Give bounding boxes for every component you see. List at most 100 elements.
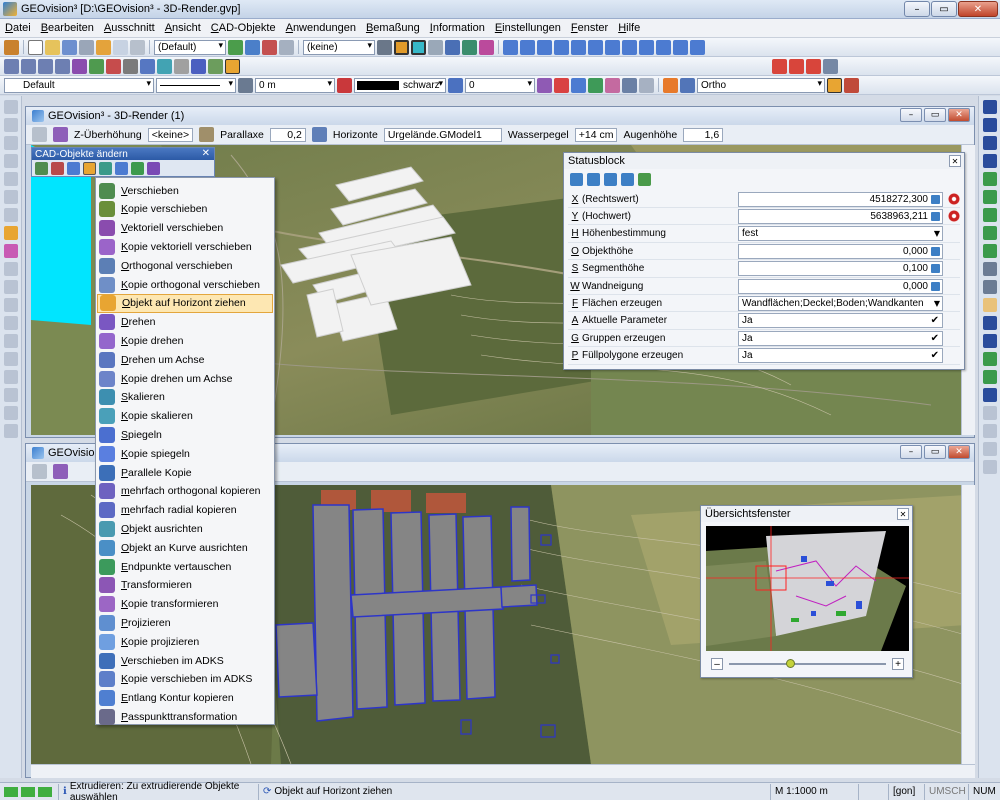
minimize-button[interactable]: – — [904, 1, 930, 17]
render-settings-icon[interactable] — [53, 127, 68, 142]
lasso-tool-icon[interactable] — [3, 118, 18, 132]
z-exaggeration-field[interactable]: <keine> — [147, 127, 194, 142]
window1-minimize-button[interactable]: – — [900, 108, 922, 122]
snap-5-icon[interactable] — [571, 39, 586, 55]
snap-7-icon[interactable] — [605, 39, 620, 55]
menu-einstellungen[interactable]: Einstellungen — [490, 22, 566, 34]
sb-options-icon[interactable] — [604, 173, 617, 186]
pencil-icon[interactable] — [4, 39, 19, 55]
circle-tool-icon[interactable] — [72, 58, 87, 74]
table-icon[interactable] — [445, 39, 460, 55]
menu-item-objekt-auf-horizont-ziehen[interactable]: Objekt auf Horizont ziehen — [97, 293, 273, 313]
offset-icon[interactable] — [448, 77, 463, 93]
menu-bemaßung[interactable]: Bemaßung — [361, 22, 425, 34]
menu-item-mehrfach-radial-kopieren[interactable]: mehrfach radial kopieren — [97, 501, 273, 520]
horizon-combo[interactable]: Urgelände.GModel1 — [383, 127, 502, 142]
sb-height-icon[interactable] — [587, 173, 600, 186]
hatch-left-icon[interactable] — [3, 280, 18, 294]
menu-item-verschieben-im-adks[interactable]: Verschieben im ADKS — [97, 651, 273, 670]
cross-tool-icon[interactable] — [377, 39, 392, 55]
snap-11-icon[interactable] — [673, 39, 688, 55]
menu-item-kopie-verschieben-im-adks[interactable]: Kopie verschieben im ADKS — [97, 670, 273, 689]
menu-item-objekt-an-kurve-ausrichten[interactable]: Objekt an Kurve ausrichten — [97, 538, 273, 557]
close-button[interactable]: ✕ — [958, 1, 998, 17]
layer-props-icon[interactable] — [279, 39, 294, 55]
menu-item-kopie-drehen-um-achse[interactable]: Kopie drehen um Achse — [97, 369, 273, 388]
node-tool-icon[interactable] — [3, 154, 18, 168]
view-2-icon[interactable] — [982, 424, 997, 438]
menu-information[interactable]: Information — [425, 22, 490, 34]
render2-vertical-scrollbar[interactable] — [961, 485, 975, 764]
menu-item-spiegeln[interactable]: Spiegeln — [97, 425, 273, 444]
menu-item-orthogonal-verschieben[interactable]: Orthogonal verschieben — [97, 256, 273, 275]
menu-item-kopie-verschieben[interactable]: Kopie verschieben — [97, 200, 273, 219]
cad-move-icon[interactable] — [35, 162, 48, 175]
menu-item-objekt-ausrichten[interactable]: Objekt ausrichten — [97, 519, 273, 538]
window2-close-button[interactable]: ✕ — [948, 445, 970, 459]
menu-hilfe[interactable]: Hilfe — [613, 22, 645, 34]
line-tool-icon[interactable] — [4, 58, 19, 74]
menu-ansicht[interactable]: Ansicht — [160, 22, 206, 34]
chevron-down-icon[interactable]: ▼ — [934, 229, 940, 238]
point-tool-icon[interactable] — [89, 58, 104, 74]
more-tools-icon[interactable] — [823, 58, 838, 74]
fill-3-icon[interactable] — [571, 77, 586, 93]
menu-datei[interactable]: Datei — [0, 22, 36, 34]
offset-tool-icon[interactable] — [3, 334, 18, 348]
menu-item-kopie-projizieren[interactable]: Kopie projizieren — [97, 632, 273, 651]
menu-item-kopie-transformieren[interactable]: Kopie transformieren — [97, 595, 273, 614]
person-tool-icon[interactable] — [827, 77, 842, 93]
eye-height-field[interactable]: 1,6 — [683, 127, 724, 142]
sb-settings-icon[interactable] — [621, 173, 634, 186]
ortho-combo[interactable]: Ortho — [697, 77, 825, 93]
linewidth-icon[interactable] — [238, 77, 253, 93]
menu-item-verschieben[interactable]: Verschieben — [97, 181, 273, 200]
maximize-button[interactable]: ▭ — [931, 1, 957, 17]
nav-right-icon[interactable] — [982, 136, 997, 150]
save-icon[interactable] — [62, 39, 77, 55]
snap-8-icon[interactable] — [622, 39, 637, 55]
calculator-icon[interactable] — [931, 281, 940, 291]
arrow-left-icon[interactable] — [982, 316, 997, 330]
symbol-tool-icon[interactable] — [140, 58, 155, 74]
undo-icon[interactable] — [130, 39, 145, 55]
select-tool-icon[interactable] — [3, 100, 18, 114]
view-4-icon[interactable] — [982, 460, 997, 474]
open-folder-icon[interactable] — [45, 39, 60, 55]
trim-tool-icon[interactable] — [3, 208, 18, 222]
linetype-combo[interactable] — [156, 77, 236, 93]
view-1-icon[interactable] — [982, 406, 997, 420]
magnify-plus-icon[interactable] — [982, 262, 997, 276]
statusblock-close-button[interactable]: ✕ — [949, 155, 961, 167]
water-level-field[interactable]: +14 cm — [574, 127, 618, 142]
nav-up-icon[interactable] — [982, 100, 997, 114]
cad-extrude-icon[interactable] — [99, 162, 112, 175]
calculator-icon[interactable] — [931, 194, 940, 204]
nav-down-icon[interactable] — [982, 154, 997, 168]
fill-2-icon[interactable] — [554, 77, 569, 93]
row-value-field[interactable]: Ja ✔ — [738, 348, 943, 364]
snap-12-icon[interactable] — [690, 39, 705, 55]
layer-tool-icon[interactable] — [228, 39, 243, 55]
zoom-all-icon[interactable] — [982, 226, 997, 240]
checkmark-icon[interactable]: ✔ — [931, 315, 939, 326]
highlight-tool-icon[interactable] — [225, 58, 240, 74]
area-tool-icon[interactable] — [3, 190, 18, 204]
zoom-in-icon[interactable] — [982, 172, 997, 186]
render-refresh-icon[interactable] — [982, 370, 997, 384]
overview-map[interactable] — [706, 526, 909, 651]
width-field[interactable]: 0 m — [255, 77, 335, 93]
camera-icon[interactable] — [32, 127, 47, 142]
sb-coords-icon[interactable] — [570, 173, 583, 186]
overview-zoom-thumb[interactable] — [785, 659, 795, 668]
menu-item-drehen-um-achse[interactable]: Drehen um Achse — [97, 350, 273, 369]
layer-combo[interactable]: (Default) — [154, 39, 226, 55]
fill-6-icon[interactable] — [622, 77, 637, 93]
snap-9-icon[interactable] — [639, 39, 654, 55]
menu-item-passpunkttransformation[interactable]: Passpunkttransformation — [97, 707, 273, 726]
curve-tool-icon[interactable] — [38, 58, 53, 74]
render-icon[interactable] — [479, 39, 494, 55]
style-combo[interactable]: Default — [4, 77, 154, 93]
pick-point-icon[interactable] — [948, 193, 960, 205]
parallax-field[interactable]: 0,2 — [269, 127, 306, 142]
